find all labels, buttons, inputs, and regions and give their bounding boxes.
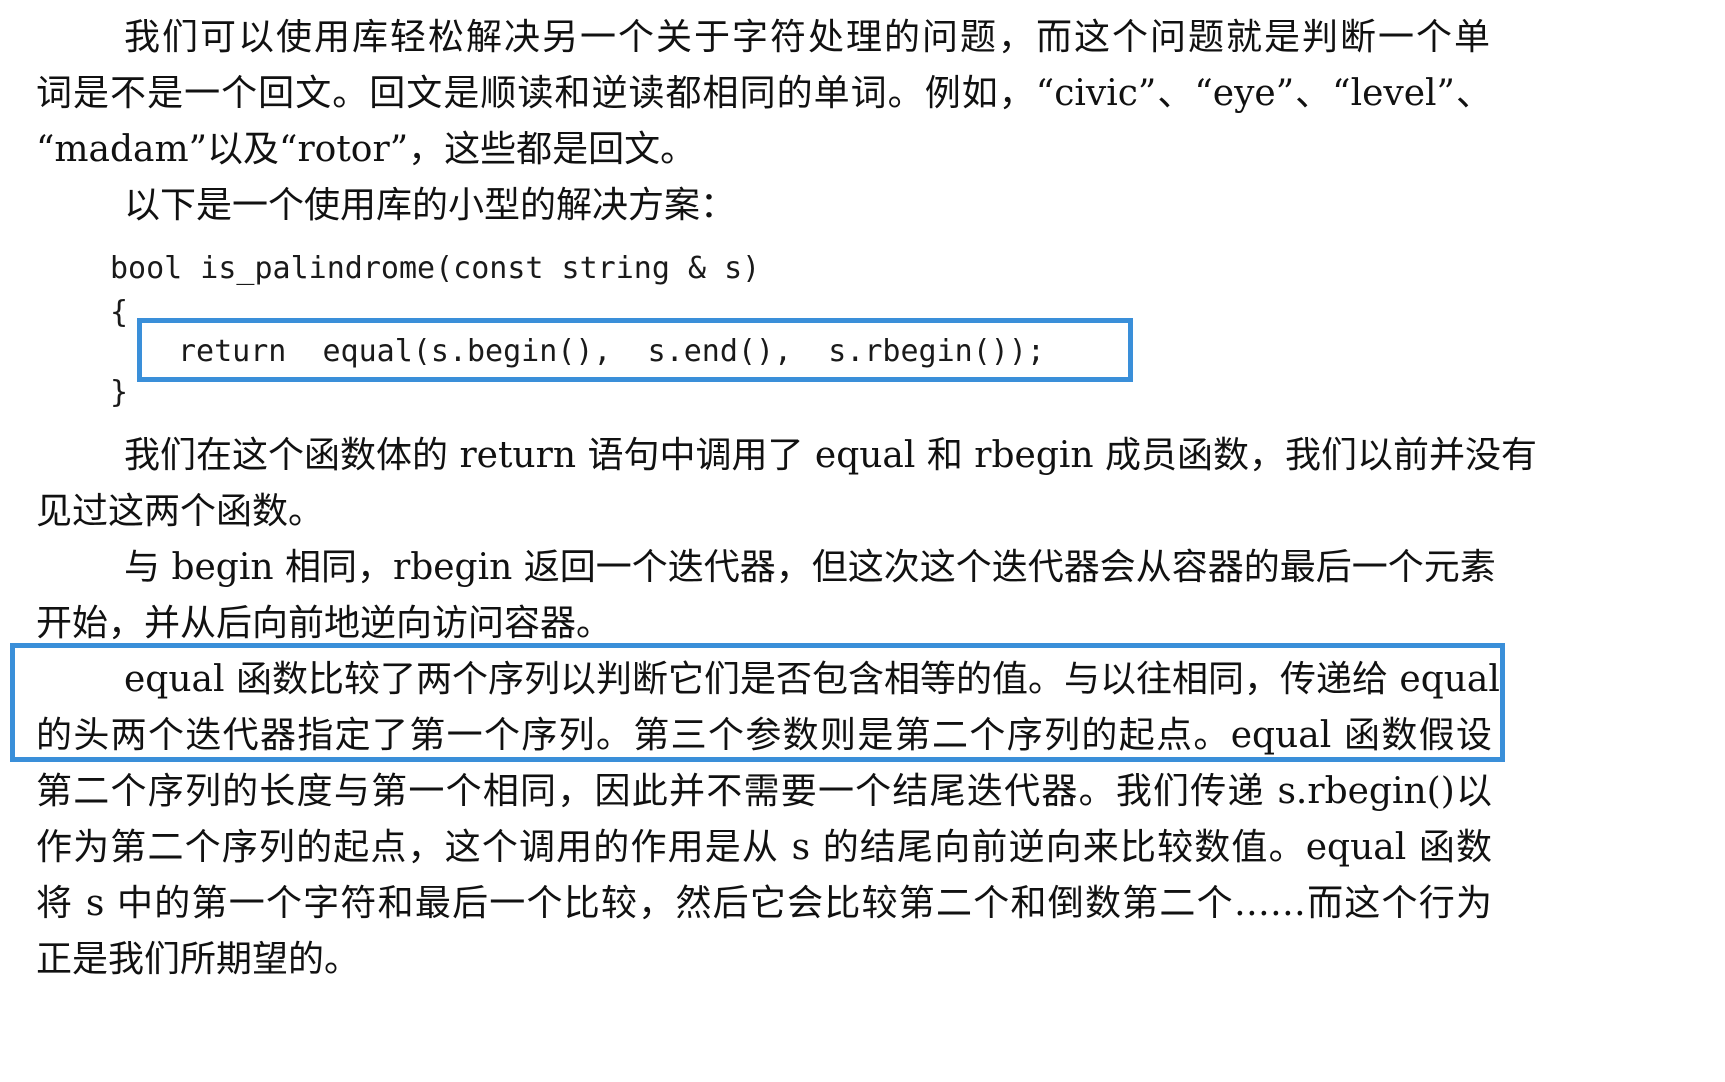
code-highlight-box xyxy=(137,318,1133,382)
paragraph-4-line-1: 与 begin 相同，rbegin 返回一个迭代器，但这次这个迭代器会从容器的最… xyxy=(124,547,1496,588)
paragraph-1-line-1: 我们可以使用库轻松解决另一个关于字符处理的问题，而这个问题就是判断一个单 xyxy=(124,17,1490,58)
paragraph-5-line-2: 的头两个迭代器指定了第一个序列。第三个参数则是第二个序列的起点。equal 函数… xyxy=(36,715,1492,756)
paragraph-4-line-2: 开始，并从后向前地逆向访问容器。 xyxy=(36,603,613,644)
code-line-open-brace: { xyxy=(110,295,129,330)
paragraph-5-line-3: 第二个序列的长度与第一个相同，因此并不需要一个结尾迭代器。我们传递 s.rbeg… xyxy=(36,771,1492,812)
paragraph-5-line-1: equal 函数比较了两个序列以判断它们是否包含相等的值。与以往相同，传递给 e… xyxy=(124,659,1500,700)
paragraph-5-line-4: 作为第二个序列的起点，这个调用的作用是从 s 的结尾向前逆向来比较数值。equa… xyxy=(36,827,1492,868)
paragraph-3-line-2: 见过这两个函数。 xyxy=(36,491,325,532)
paragraph-3-line-1: 我们在这个函数体的 return 语句中调用了 equal 和 rbegin 成… xyxy=(124,435,1538,476)
paragraph-2-line-1: 以下是一个使用库的小型的解决方案： xyxy=(124,185,737,226)
code-line-signature: bool is_palindrome(const string & s) xyxy=(110,251,761,286)
paragraph-5-line-6: 正是我们所期望的。 xyxy=(36,939,361,980)
paragraph-1-line-2: 词是不是一个回文。回文是顺读和逆读都相同的单词。例如，“civic”、“eye”… xyxy=(36,73,1492,114)
paragraph-5-line-5: 将 s 中的第一个字符和最后一个比较，然后它会比较第二个和倒数第二个……而这个行… xyxy=(36,883,1492,924)
paragraph-1-line-3: “madam”以及“rotor”，这些都是回文。 xyxy=(36,129,697,170)
code-line-close-brace: } xyxy=(110,375,129,410)
